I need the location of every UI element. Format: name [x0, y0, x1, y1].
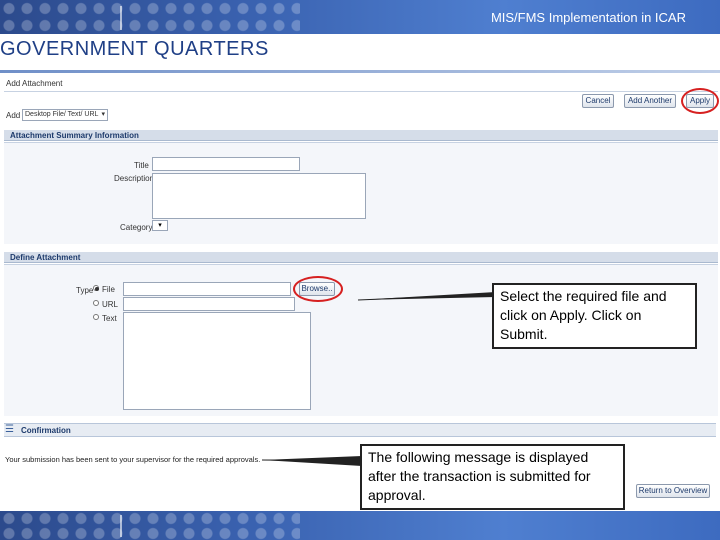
callout-select-file: Select the required file and click on Ap… — [492, 283, 697, 349]
footer-banner — [0, 511, 720, 540]
callout-message-note: The following message is displayed after… — [360, 444, 625, 510]
footer-divider — [120, 515, 122, 537]
footer-pattern — [0, 511, 300, 540]
